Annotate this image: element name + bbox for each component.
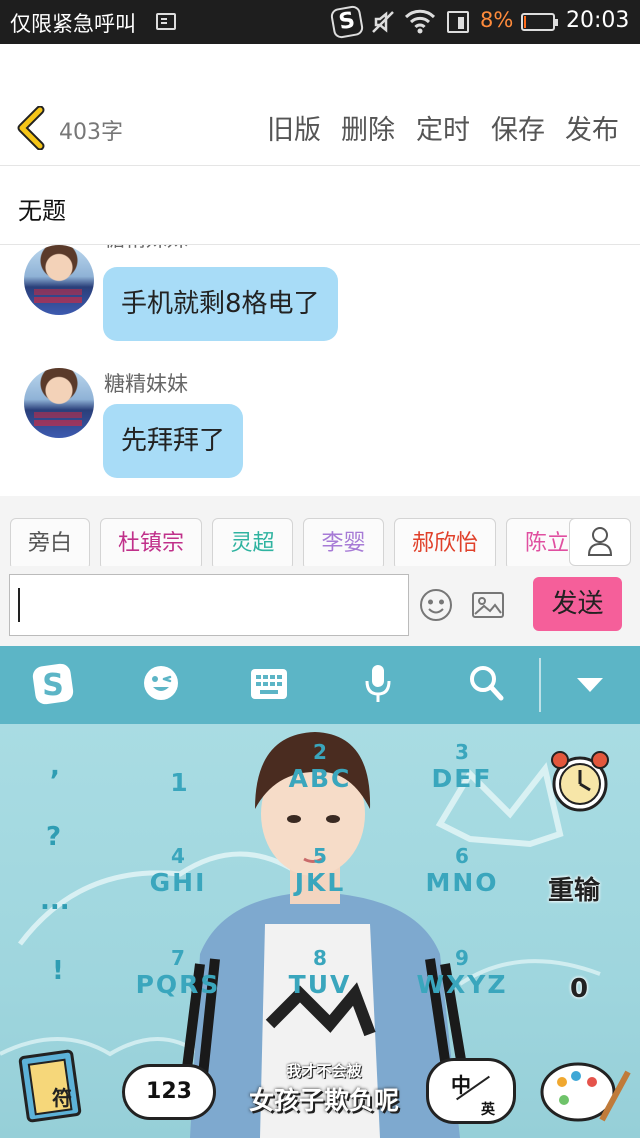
space-key[interactable]: 我才不会被 女孩子欺负呢 [244,1060,404,1130]
mute-icon [370,9,396,39]
avatar[interactable] [24,245,94,315]
key-4[interactable]: 4 GHI [138,844,218,897]
sim-card-icon [447,11,469,33]
key-letters: JKL [294,868,346,897]
battery-level [524,16,526,28]
back-icon[interactable] [14,105,50,154]
message-bubble[interactable]: 先拜拜了 [103,404,244,478]
language-switch-key[interactable]: 中 英 [426,1058,516,1124]
retype-key[interactable]: 重输 [548,870,600,907]
search-icon[interactable] [468,664,504,706]
role-selector: 旁白 杜镇宗 灵超 李婴 郝欣怡 陈立 [0,496,640,566]
message-nick: 糖精妹妹 [104,245,188,253]
key-letters: TUV [288,970,352,999]
symbol-key[interactable]: ! [52,956,64,986]
editor-header: 403字 旧版 删除 定时 保存 发布 [0,44,640,166]
numeric-key[interactable]: 123 [122,1064,216,1120]
keyboard-icon[interactable] [250,668,288,704]
space-logo-big: 女孩子欺负呢 [248,1086,399,1115]
key-5[interactable]: 5 JKL [280,844,360,897]
key-letters: MNO [425,868,499,897]
save-button[interactable]: 保存 [491,108,545,147]
key-number: 6 [455,844,469,868]
title-field[interactable]: 无题 [0,167,640,245]
carrier-text: 仅限紧急呼叫 [10,12,136,36]
key-letters: DEF [431,764,493,793]
battery-percent: 8% [480,8,514,32]
key-1[interactable]: 1 [140,768,220,797]
t9-keyboard: , ? ... ! 1 2 ABC 3 DEF 4 GHI 5 JKL 6 MN… [0,724,640,1138]
old-version-button[interactable]: 旧版 [267,108,321,147]
word-count: 403字 [59,120,123,145]
key-letters: WXYZ [416,970,508,999]
title-text: 无题 [18,197,66,225]
symbol-panel-key[interactable]: 符 [52,1082,72,1111]
emoji-face-icon[interactable] [143,665,179,705]
key-letters: ABC [288,764,352,793]
collapse-icon[interactable] [575,676,605,698]
key-letters: GHI [149,868,207,897]
status-bar: 仅限紧急呼叫 S 8% 20:03 [0,0,640,44]
publish-button[interactable]: 发布 [565,108,619,147]
image-icon[interactable] [471,591,505,623]
battery-icon [521,13,558,31]
message-nick: 糖精妹妹 [104,372,188,396]
role-button[interactable]: 郝欣怡 [394,518,496,566]
key-number: 3 [455,740,469,764]
svg-text:S: S [42,668,64,703]
key-number: 7 [171,946,185,970]
message-input[interactable] [9,574,409,636]
space-logo-small: 我才不会被 [286,1062,362,1080]
key-letters: PQRS [135,970,221,999]
delete-button[interactable]: 删除 [341,108,395,147]
alarm-clock-icon [551,751,609,812]
key-number: 1 [170,768,190,797]
key-8[interactable]: 8 TUV [280,946,360,999]
key-number: 5 [313,844,327,868]
role-button[interactable]: 杜镇宗 [100,518,202,566]
keyboard-toolbar: S [0,646,640,724]
palette-icon [540,1062,631,1122]
symbol-key[interactable]: ... [40,886,70,916]
role-button[interactable]: 旁白 [10,518,90,566]
user-icon [587,527,613,556]
symbol-key[interactable]: , [50,752,60,782]
sogou-icon: S [329,4,365,40]
key-9[interactable]: 9 WXYZ [410,946,514,999]
emoji-icon[interactable] [419,588,453,626]
key-number: 9 [455,946,469,970]
key-6[interactable]: 6 MNO [422,844,502,897]
wifi-icon [404,8,436,38]
key-number: 2 [313,740,327,764]
key-2[interactable]: 2 ABC [280,740,360,793]
clock: 20:03 [566,8,630,33]
key-7[interactable]: 7 PQRS [128,946,228,999]
key-number: 8 [313,946,327,970]
role-button[interactable]: 李婴 [303,518,384,566]
text-cursor [18,588,20,622]
microphone-icon[interactable] [364,664,392,708]
role-button[interactable]: 灵超 [212,518,293,566]
composer: 发送 [0,566,640,646]
symbol-key[interactable]: ? [46,822,61,852]
sogou-logo-icon[interactable]: S [31,662,75,710]
role-manage-button[interactable] [569,518,631,566]
message-bubble[interactable]: 手机就剩8格电了 [103,267,338,341]
zero-key[interactable]: 0 [570,974,588,1004]
chat-area[interactable]: 糖精妹妹 手机就剩8格电了 糖精妹妹 先拜拜了 [0,245,640,496]
schedule-button[interactable]: 定时 [416,108,470,147]
key-number: 4 [171,844,185,868]
key-3[interactable]: 3 DEF [422,740,502,793]
sim-icon [156,13,176,30]
avatar[interactable] [24,368,94,438]
toolbar-divider [539,658,541,712]
lang-english: 英 [481,1102,495,1118]
send-button[interactable]: 发送 [533,577,622,631]
